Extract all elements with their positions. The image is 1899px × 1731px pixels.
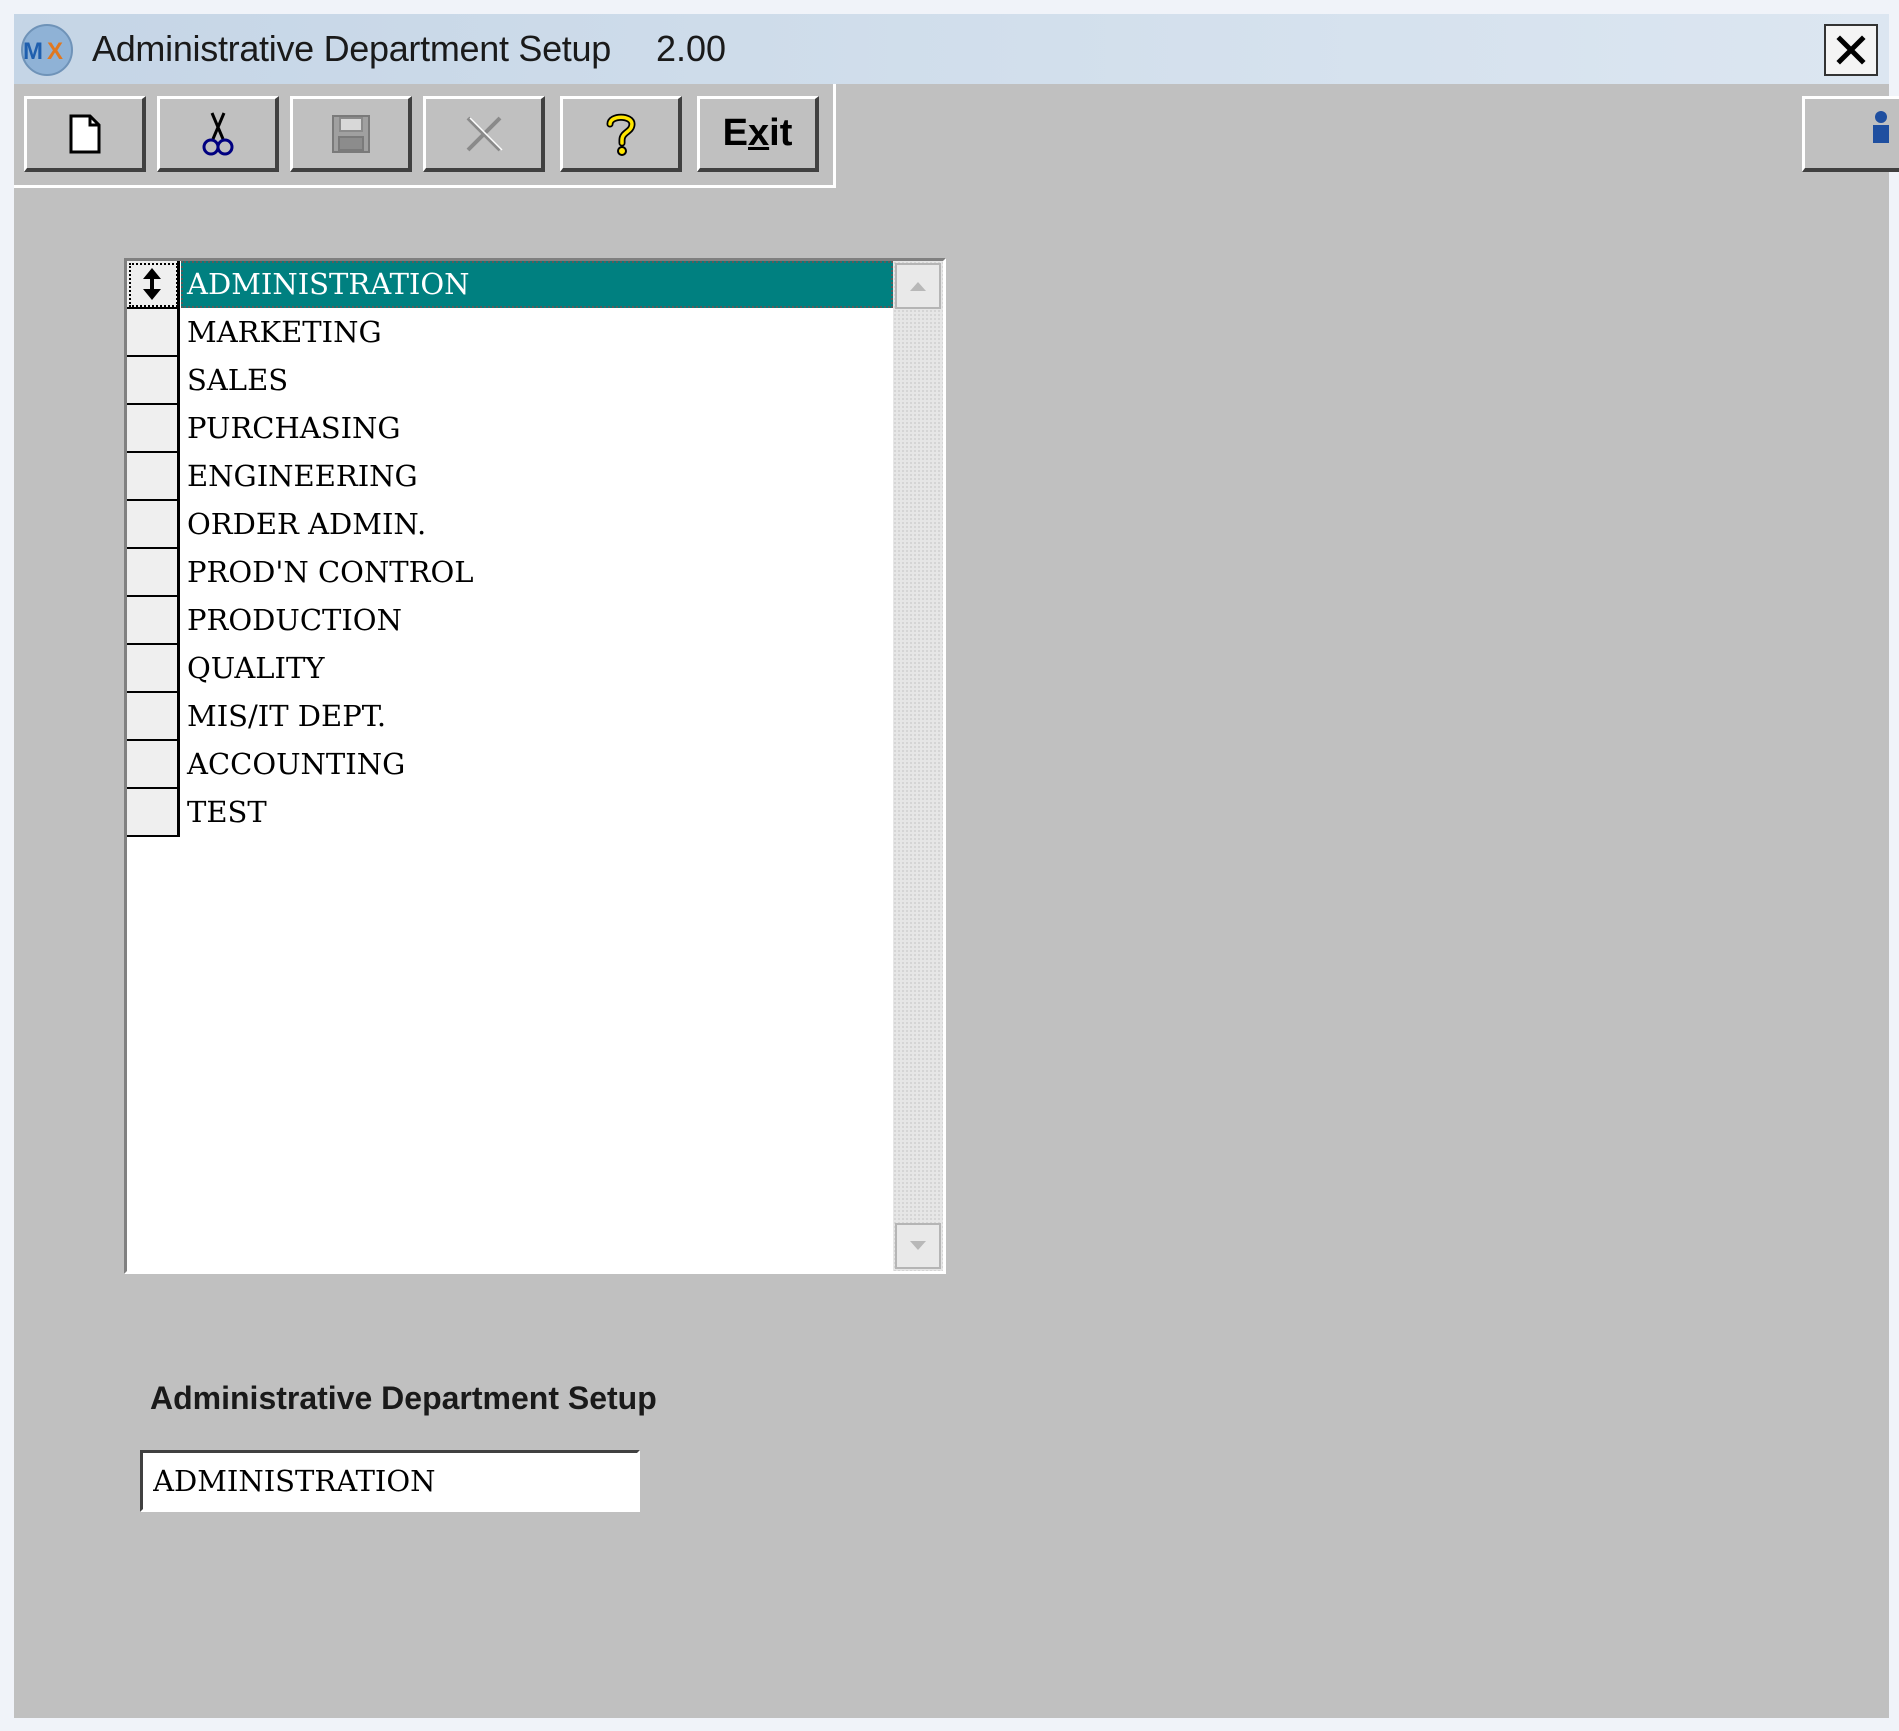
department-name-input[interactable] [140,1450,640,1512]
department-row[interactable]: MIS/IT DEPT. [127,693,893,741]
row-selector[interactable] [127,405,180,453]
department-name-cell[interactable]: PRODUCTION [181,597,893,644]
row-selector[interactable] [127,357,180,405]
save-button[interactable] [290,96,412,172]
department-row[interactable]: PROD'N CONTROL [127,549,893,597]
window-version: 2.00 [656,28,727,69]
vertical-scrollbar[interactable] [893,261,943,1271]
department-name-cell[interactable]: ADMINISTRATION [181,261,893,308]
department-grid[interactable]: ADMINISTRATION MARKETING SALES PURCHASING EN… [124,258,946,1274]
department-row[interactable]: ACCOUNTING [127,741,893,789]
department-name-cell[interactable]: ENGINEERING [181,453,893,500]
department-name-cell[interactable]: TEST [181,789,893,836]
cut-button[interactable] [157,96,279,172]
department-name-cell[interactable]: MARKETING [181,309,893,356]
floppy-disk-icon [331,114,370,153]
help-button[interactable] [560,96,682,172]
delete-x-icon [466,116,503,151]
app-window: M X Administrative Department Setup 2.00 [14,14,1899,1718]
department-name-cell[interactable]: SALES [181,357,893,404]
row-selector[interactable] [127,693,180,741]
department-row[interactable]: ADMINISTRATION [127,261,893,309]
department-row[interactable]: MARKETING [127,309,893,357]
department-row[interactable]: ENGINEERING [127,453,893,501]
new-document-icon [69,114,100,153]
scissors-icon [202,111,233,155]
row-selector[interactable] [127,741,180,789]
row-selector[interactable] [127,645,180,693]
department-name-cell[interactable]: PURCHASING [181,405,893,452]
department-name-cell[interactable]: PROD'N CONTROL [181,549,893,596]
scroll-down-button[interactable] [895,1223,941,1269]
new-button[interactable] [24,96,146,172]
department-row[interactable]: ORDER ADMIN. [127,501,893,549]
close-button[interactable] [1824,24,1878,76]
department-row[interactable]: QUALITY [127,645,893,693]
department-name-cell[interactable]: ORDER ADMIN. [181,501,893,548]
svg-text:X: X [47,38,63,65]
exit-button-label: Exit [722,112,793,154]
row-selector[interactable] [127,549,180,597]
svg-text:M: M [23,38,43,65]
row-selector[interactable] [127,789,180,837]
mx-logo-icon: M X [21,24,73,76]
department-name-cell[interactable]: MIS/IT DEPT. [181,693,893,740]
row-selector[interactable] [127,597,180,645]
department-row[interactable]: PRODUCTION [127,597,893,645]
department-row[interactable]: SALES [127,357,893,405]
up-down-arrow-icon [143,268,161,300]
department-field-label: Administrative Department Setup [150,1380,657,1416]
department-name-cell[interactable]: ACCOUNTING [181,741,893,788]
triangle-up-icon [910,282,926,291]
row-selector[interactable] [127,501,180,549]
row-selector[interactable] [127,261,180,309]
department-name-cell[interactable]: QUALITY [181,645,893,692]
title-bar: M X Administrative Department Setup 2.00 [14,14,1889,84]
row-selector[interactable] [127,453,180,501]
toolbar: Exit [14,84,836,188]
window-title: Administrative Department Setup [92,28,611,69]
person-icon [1873,111,1889,143]
exit-button[interactable]: Exit [697,96,819,172]
department-row[interactable]: TEST [127,789,893,837]
triangle-down-icon [910,1241,926,1250]
close-icon [1836,35,1866,65]
department-row[interactable]: PURCHASING [127,405,893,453]
question-mark-icon [606,113,636,156]
scroll-up-button[interactable] [895,263,941,309]
partial-toolbar-button[interactable] [1802,96,1899,172]
row-selector[interactable] [127,309,180,357]
department-rows: ADMINISTRATION MARKETING SALES PURCHASING EN… [127,261,893,837]
delete-button[interactable] [423,96,545,172]
